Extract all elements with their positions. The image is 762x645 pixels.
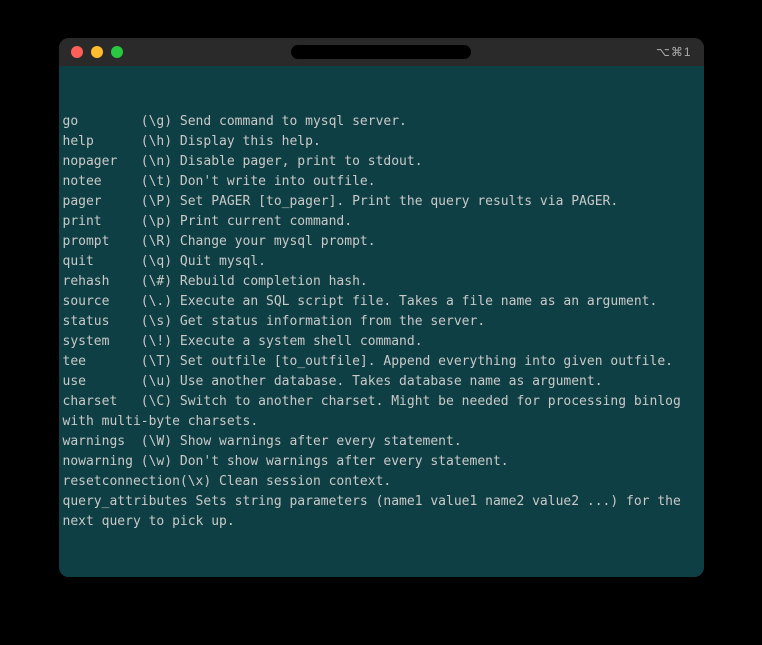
titlebar-title-redacted xyxy=(291,45,471,59)
help-line: nopager (\n) Disable pager, print to std… xyxy=(63,152,700,172)
terminal-window: ⌥⌘1 go (\g) Send command to mysql server… xyxy=(59,38,704,577)
help-line: charset (\C) Switch to another charset. … xyxy=(63,392,700,432)
help-line: go (\g) Send command to mysql server. xyxy=(63,112,700,132)
help-line: query_attributes Sets string parameters … xyxy=(63,492,700,532)
help-line: rehash (\#) Rebuild completion hash. xyxy=(63,272,700,292)
help-line: pager (\P) Set PAGER [to_pager]. Print t… xyxy=(63,192,700,212)
close-icon[interactable] xyxy=(71,46,83,58)
help-line: notee (\t) Don't write into outfile. xyxy=(63,172,700,192)
help-line: status (\s) Get status information from … xyxy=(63,312,700,332)
help-line: resetconnection(\x) Clean session contex… xyxy=(63,472,700,492)
zoom-icon[interactable] xyxy=(111,46,123,58)
help-line: print (\p) Print current command. xyxy=(63,212,700,232)
help-line: source (\.) Execute an SQL script file. … xyxy=(63,292,700,312)
titlebar-shortcut: ⌥⌘1 xyxy=(656,45,692,59)
titlebar: ⌥⌘1 xyxy=(59,38,704,66)
help-line: system (\!) Execute a system shell comma… xyxy=(63,332,700,352)
blank-line xyxy=(63,572,700,577)
help-line: tee (\T) Set outfile [to_outfile]. Appen… xyxy=(63,352,700,372)
help-line: prompt (\R) Change your mysql prompt. xyxy=(63,232,700,252)
help-line: use (\u) Use another database. Takes dat… xyxy=(63,372,700,392)
help-line: help (\h) Display this help. xyxy=(63,132,700,152)
terminal-body[interactable]: go (\g) Send command to mysql server.hel… xyxy=(59,66,704,577)
minimize-icon[interactable] xyxy=(91,46,103,58)
window-controls xyxy=(71,46,123,58)
help-output: go (\g) Send command to mysql server.hel… xyxy=(63,112,700,532)
help-line: nowarning (\w) Don't show warnings after… xyxy=(63,452,700,472)
help-line: warnings (\W) Show warnings after every … xyxy=(63,432,700,452)
help-line: quit (\q) Quit mysql. xyxy=(63,252,700,272)
